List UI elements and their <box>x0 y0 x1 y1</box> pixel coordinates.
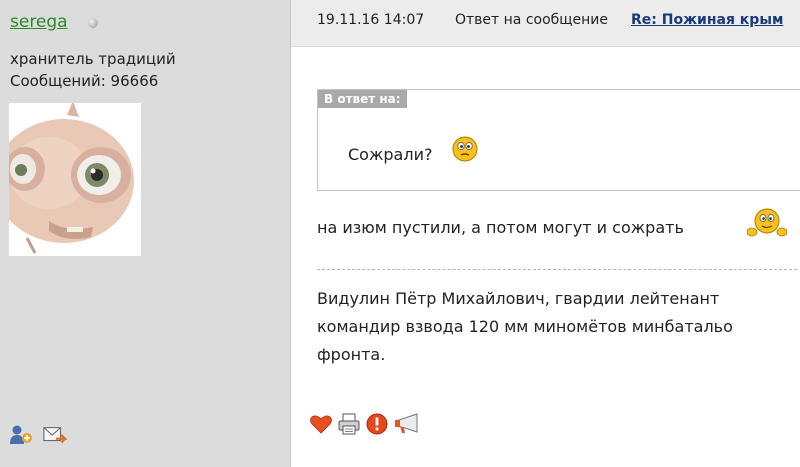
post-count: Сообщений: 96666 <box>10 72 159 90</box>
user-actions <box>9 424 67 446</box>
signature-line: командир взвода 120 мм миномётов минбата… <box>317 317 733 336</box>
post-actions <box>309 412 421 436</box>
quote-label: В ответ на: <box>318 90 407 108</box>
print-icon[interactable] <box>337 412 361 436</box>
post-date: 19.11.16 14:07 <box>317 12 425 28</box>
thread-link[interactable]: Re: Пожиная крым <box>631 12 783 28</box>
like-heart-icon[interactable] <box>309 412 333 436</box>
peeking-smiley-icon <box>747 208 787 237</box>
add-friend-icon[interactable] <box>9 424 33 446</box>
post-header: 19.11.16 14:07 Ответ на сообщение Re: По… <box>291 0 800 47</box>
quote-box: В ответ на: Сожрали? <box>317 89 800 191</box>
reply-to-label: Ответ на сообщение <box>455 12 608 28</box>
report-icon[interactable] <box>365 412 389 436</box>
megaphone-icon[interactable] <box>393 412 421 436</box>
signature-line: фронта. <box>317 345 386 364</box>
confused-smiley-icon <box>452 136 478 162</box>
user-title: хранитель традиций <box>10 50 176 68</box>
post-body: В ответ на: Сожрали? на изюм пустили, а … <box>291 47 800 467</box>
avatar-alien-image <box>0 101 141 256</box>
status-indicator-icon <box>88 18 98 28</box>
send-message-icon[interactable] <box>43 424 67 446</box>
username-link[interactable]: serega <box>10 12 68 32</box>
avatar[interactable] <box>0 101 141 256</box>
user-sidebar: serega хранитель традиций Сообщений: 966… <box>0 0 291 467</box>
quote-text: Сожрали? <box>348 145 433 164</box>
signature-divider <box>317 269 797 270</box>
reply-text: на изюм пустили, а потом могут и сожрать <box>317 218 684 237</box>
signature-line: Видулин Пётр Михайлович, гвардии лейтена… <box>317 289 720 308</box>
